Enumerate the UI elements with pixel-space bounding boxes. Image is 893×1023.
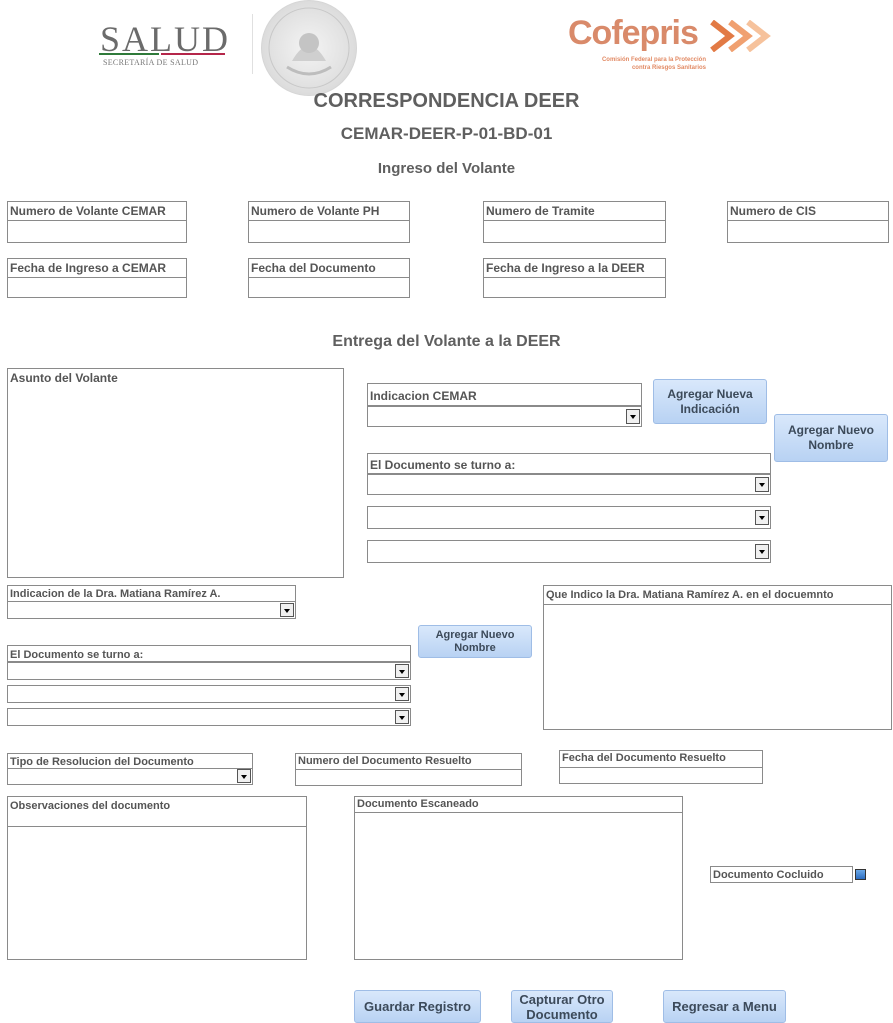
turno-select-2[interactable]	[367, 506, 771, 529]
turno-select-1[interactable]	[367, 474, 771, 495]
section-entrega-title: Entrega del Volante a la DEER	[332, 333, 561, 350]
section-ingreso-title: Ingreso del Volante	[377, 160, 516, 177]
fecha-deer-field[interactable]: Fecha de Ingreso a la DEER	[483, 258, 666, 298]
form-code: CEMAR-DEER-P-01-BD-01	[340, 124, 553, 143]
indicacion-cemar-select[interactable]	[367, 406, 642, 427]
fecha-deer-label: Fecha de Ingreso a la DEER	[484, 259, 665, 278]
salud-logo: SALUD SECRETARÍA DE SALUD	[97, 18, 228, 74]
documento-escaneado-field[interactable]: Documento Escaneado	[354, 796, 683, 960]
que-indico-label: Que Indico la Dra. Matiana Ramírez A. en…	[544, 586, 891, 605]
salud-logo-rule-red	[161, 53, 225, 55]
fecha-cemar-field[interactable]: Fecha de Ingreso a CEMAR	[7, 258, 187, 298]
chevron-down-icon[interactable]	[237, 769, 251, 783]
observaciones-field[interactable]: Observaciones del documento	[7, 796, 307, 960]
numero-resuelto-label: Numero del Documento Resuelto	[296, 754, 521, 770]
fecha-deer-input[interactable]	[484, 278, 665, 297]
cis-field[interactable]: Numero de CIS	[727, 201, 889, 243]
agregar-indicacion-button[interactable]: Agregar Nueva Indicación	[653, 379, 767, 424]
numero-resuelto-field[interactable]: Numero del Documento Resuelto	[295, 753, 522, 786]
cofepris-logo-subtitle: Comisión Federal para la Protección cont…	[568, 56, 706, 72]
que-indico-field[interactable]: Que Indico la Dra. Matiana Ramírez A. en…	[543, 585, 892, 730]
volante-ph-label: Numero de Volante PH	[249, 202, 409, 221]
fecha-documento-input[interactable]	[249, 278, 409, 297]
fecha-documento-label: Fecha del Documento	[249, 259, 409, 278]
chevron-down-icon[interactable]	[755, 477, 769, 492]
salud-logo-subtitle: SECRETARÍA DE SALUD	[103, 58, 199, 67]
volante-ph-field[interactable]: Numero de Volante PH	[248, 201, 410, 243]
tramite-label: Numero de Tramite	[484, 202, 665, 221]
volante-cemar-label: Numero de Volante CEMAR	[8, 202, 186, 221]
turno-select-3[interactable]	[367, 540, 771, 563]
chevron-down-icon[interactable]	[626, 409, 640, 424]
agregar-nombre-button-2[interactable]: Agregar Nuevo Nombre	[418, 625, 532, 658]
chevron-down-icon[interactable]	[395, 664, 409, 678]
turno2-select-2[interactable]	[7, 685, 411, 703]
cis-input[interactable]	[728, 221, 888, 242]
page-title: CORRESPONDENCIA DEER	[313, 90, 580, 112]
fecha-resuelto-label: Fecha del Documento Resuelto	[560, 751, 762, 768]
turno2-select-3[interactable]	[7, 708, 411, 726]
volante-cemar-field[interactable]: Numero de Volante CEMAR	[7, 201, 187, 243]
fecha-cemar-label: Fecha de Ingreso a CEMAR	[8, 259, 186, 278]
documento-escaneado-label: Documento Escaneado	[355, 797, 682, 813]
fecha-documento-field[interactable]: Fecha del Documento	[248, 258, 410, 298]
chevron-down-icon[interactable]	[280, 603, 294, 617]
salud-logo-rule-green	[99, 53, 159, 55]
asunto-label: Asunto del Volante	[10, 371, 118, 385]
cofepris-sub-line1: Comisión Federal para la Protección	[601, 57, 706, 63]
tramite-field[interactable]: Numero de Tramite	[483, 201, 666, 243]
chevron-down-icon[interactable]	[755, 544, 769, 559]
documento-concluido-label: Documento Cocluido	[710, 866, 853, 883]
volante-cemar-input[interactable]	[8, 221, 186, 242]
agregar-nombre-button[interactable]: Agregar Nuevo Nombre	[774, 414, 888, 462]
fecha-resuelto-field[interactable]: Fecha del Documento Resuelto	[559, 750, 763, 784]
tipo-resolucion-label: Tipo de Resolucion del Documento	[7, 753, 253, 769]
guardar-registro-button[interactable]: Guardar Registro	[354, 990, 481, 1023]
mexican-seal-icon	[261, 0, 357, 96]
fecha-cemar-input[interactable]	[8, 278, 186, 297]
tramite-input[interactable]	[484, 221, 665, 242]
indicacion-cemar-label: Indicacion CEMAR	[367, 383, 642, 406]
asunto-field[interactable]: Asunto del Volante	[7, 368, 344, 578]
turno-label-2: El Documento se turno a:	[7, 645, 411, 662]
turno2-select-1[interactable]	[7, 662, 411, 680]
cofepris-logo-title: Cofepris	[568, 14, 699, 52]
tipo-resolucion-select[interactable]	[7, 768, 253, 785]
cofepris-sub-line2: contra Riesgos Sanitarios	[631, 65, 706, 71]
cofepris-logo: Cofepris Comisión Federal para la Protec…	[568, 14, 788, 84]
regresar-menu-button[interactable]: Regresar a Menu	[663, 990, 786, 1023]
cis-label: Numero de CIS	[728, 202, 888, 221]
turno-label: El Documento se turno a:	[367, 453, 771, 474]
chevron-down-icon[interactable]	[755, 510, 769, 525]
volante-ph-input[interactable]	[249, 221, 409, 242]
indicacion-dra-label: Indicacion de la Dra. Matiana Ramírez A.	[7, 585, 296, 602]
chevron-down-icon[interactable]	[395, 687, 409, 701]
documento-concluido-checkbox[interactable]	[855, 869, 866, 880]
capturar-otro-documento-button[interactable]: Capturar Otro Documento	[511, 990, 613, 1023]
divider-line	[252, 14, 253, 74]
cofepris-arrows-icon	[710, 20, 771, 52]
observaciones-label: Observaciones del documento	[8, 797, 306, 827]
chevron-down-icon[interactable]	[395, 710, 409, 724]
indicacion-dra-select[interactable]	[7, 601, 296, 619]
